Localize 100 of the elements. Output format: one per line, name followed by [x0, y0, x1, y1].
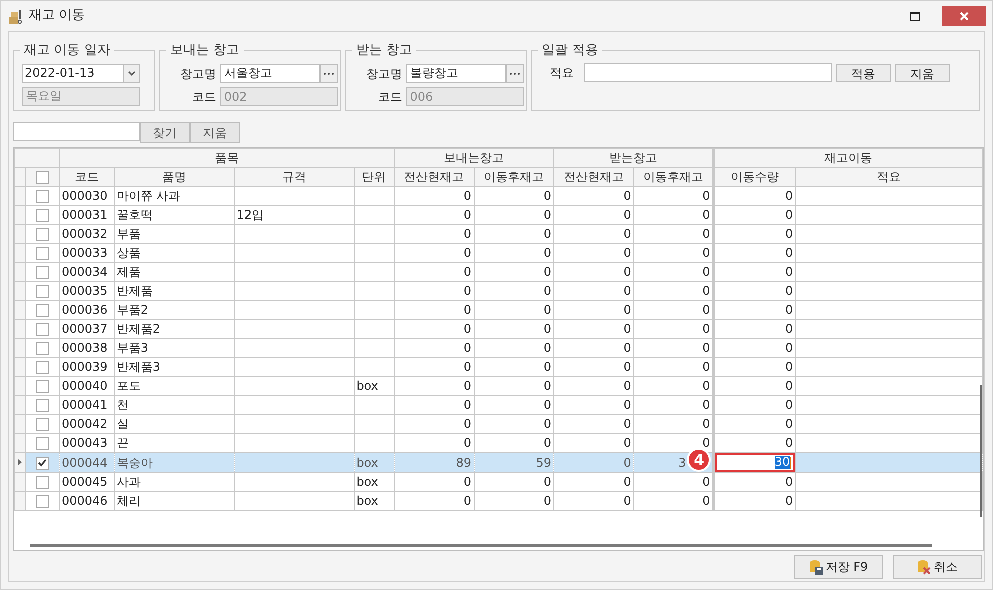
table-cell: 0: [464, 227, 472, 241]
window-title: 재고 이동: [29, 7, 86, 26]
table-cell: 0: [702, 284, 710, 298]
table-cell: 000038: [62, 341, 108, 355]
row-checkbox[interactable]: [36, 495, 49, 508]
cancel-button[interactable]: 취소: [893, 555, 982, 579]
search-field[interactable]: [13, 122, 140, 141]
table-cell: 꿀호떡: [116, 208, 153, 222]
table-cell: 0: [624, 227, 632, 241]
horizontal-scrollbar[interactable]: [30, 544, 932, 547]
apply-button[interactable]: 적용: [836, 64, 892, 82]
table-cell: 0: [544, 436, 552, 450]
table-cell: 0: [464, 189, 472, 203]
table-cell: 0: [624, 398, 632, 412]
row-checkbox[interactable]: [36, 437, 49, 450]
table-cell: 0: [544, 246, 552, 260]
row-checkbox[interactable]: [36, 266, 49, 280]
table-cell: 89: [456, 456, 472, 470]
clear-button[interactable]: 지움: [895, 64, 950, 82]
table-cell: 0: [624, 379, 632, 393]
memo-field[interactable]: [584, 63, 832, 82]
table-cell: 000030: [62, 189, 108, 203]
table-cell: 000042: [62, 417, 108, 431]
maximize-icon[interactable]: [910, 12, 920, 20]
table-cell: 0: [624, 475, 632, 489]
table-cell: 0: [464, 417, 472, 431]
table-cell: 0: [624, 417, 632, 431]
column-header: 규격: [234, 168, 354, 186]
table-cell: 000043: [62, 436, 108, 450]
table-cell: 반제품: [116, 284, 153, 298]
table-cell: 0: [624, 456, 632, 470]
column-header: 이동후재고: [634, 168, 714, 186]
row-checkbox[interactable]: [36, 209, 49, 222]
table-cell: 0: [464, 246, 472, 260]
table-cell: 000044: [62, 456, 108, 470]
table-cell: 0: [464, 303, 472, 317]
date-field[interactable]: 2022-01-13: [22, 64, 140, 83]
table-cell: 0: [624, 246, 632, 260]
table-cell: 0: [544, 475, 552, 489]
row-checkbox[interactable]: [36, 399, 49, 412]
select-all-checkbox[interactable]: [36, 171, 49, 184]
vertical-scrollbar[interactable]: [980, 385, 982, 517]
row-checkbox[interactable]: [36, 285, 49, 298]
find-button[interactable]: 찾기: [140, 122, 190, 143]
table-cell: 000035: [62, 284, 108, 298]
column-header: 전산현재고: [394, 168, 474, 186]
table-cell: 0: [786, 475, 794, 489]
coins-delete-icon: [917, 560, 931, 574]
table-cell: 0: [464, 265, 472, 279]
save-button[interactable]: 저장 F9: [794, 555, 883, 579]
column-group-header: 보내는창고: [394, 148, 554, 168]
table-cell: 0: [786, 379, 794, 393]
row-checkbox[interactable]: [36, 323, 49, 336]
row-checkbox[interactable]: [36, 228, 49, 242]
table-cell: 0: [624, 494, 632, 508]
table-cell: 0: [464, 322, 472, 336]
table-cell: 0: [544, 265, 552, 279]
close-button[interactable]: [942, 6, 986, 26]
row-checkbox[interactable]: [36, 361, 49, 374]
column-header: 적요: [796, 168, 982, 186]
row-checkbox[interactable]: [36, 304, 49, 318]
clear-button[interactable]: 지움: [190, 122, 240, 143]
table-cell: 0: [786, 227, 794, 241]
row-checkbox[interactable]: [36, 418, 49, 432]
table-cell: 0: [544, 341, 552, 355]
table-cell: 0: [464, 494, 472, 508]
table-cell: 0: [544, 398, 552, 412]
table-cell: 0: [702, 265, 710, 279]
table-cell: 0: [464, 360, 472, 374]
table-cell: 0: [702, 189, 710, 203]
table-cell: 0: [702, 398, 710, 412]
table-cell: 제품: [116, 265, 141, 279]
browse-button[interactable]: [506, 64, 524, 83]
table-cell: 0: [702, 417, 710, 431]
table-cell: 0: [786, 341, 794, 355]
coins-save-icon: [808, 560, 823, 574]
table-cell: box: [356, 494, 378, 508]
browse-button[interactable]: [320, 64, 338, 83]
table-cell: 000037: [62, 322, 108, 336]
row-checkbox[interactable]: [36, 380, 49, 394]
table-cell: box: [356, 456, 378, 470]
table-cell: 3: [678, 456, 686, 470]
table-cell: 0: [702, 379, 710, 393]
field-label: 적요: [550, 64, 574, 82]
row-checkbox[interactable]: [36, 456, 49, 470]
row-checkbox[interactable]: [36, 342, 49, 356]
close-icon: [960, 12, 968, 20]
warehouse-name-field[interactable]: 서울창고: [220, 64, 320, 83]
table-cell: 0: [702, 360, 710, 374]
warehouse-name-field[interactable]: 불량창고: [406, 64, 506, 83]
row-checkbox[interactable]: [36, 476, 49, 490]
table-cell: 0: [702, 436, 710, 450]
row-checkbox[interactable]: [36, 247, 49, 260]
table-cell: 반제품3: [116, 360, 161, 374]
row-checkbox[interactable]: [36, 190, 49, 204]
table-cell: 0: [464, 284, 472, 298]
table-cell: 0: [702, 322, 710, 336]
column-group-header: 받는창고: [554, 148, 714, 168]
table-cell: 000041: [62, 398, 108, 412]
table-cell: 0: [702, 227, 710, 241]
